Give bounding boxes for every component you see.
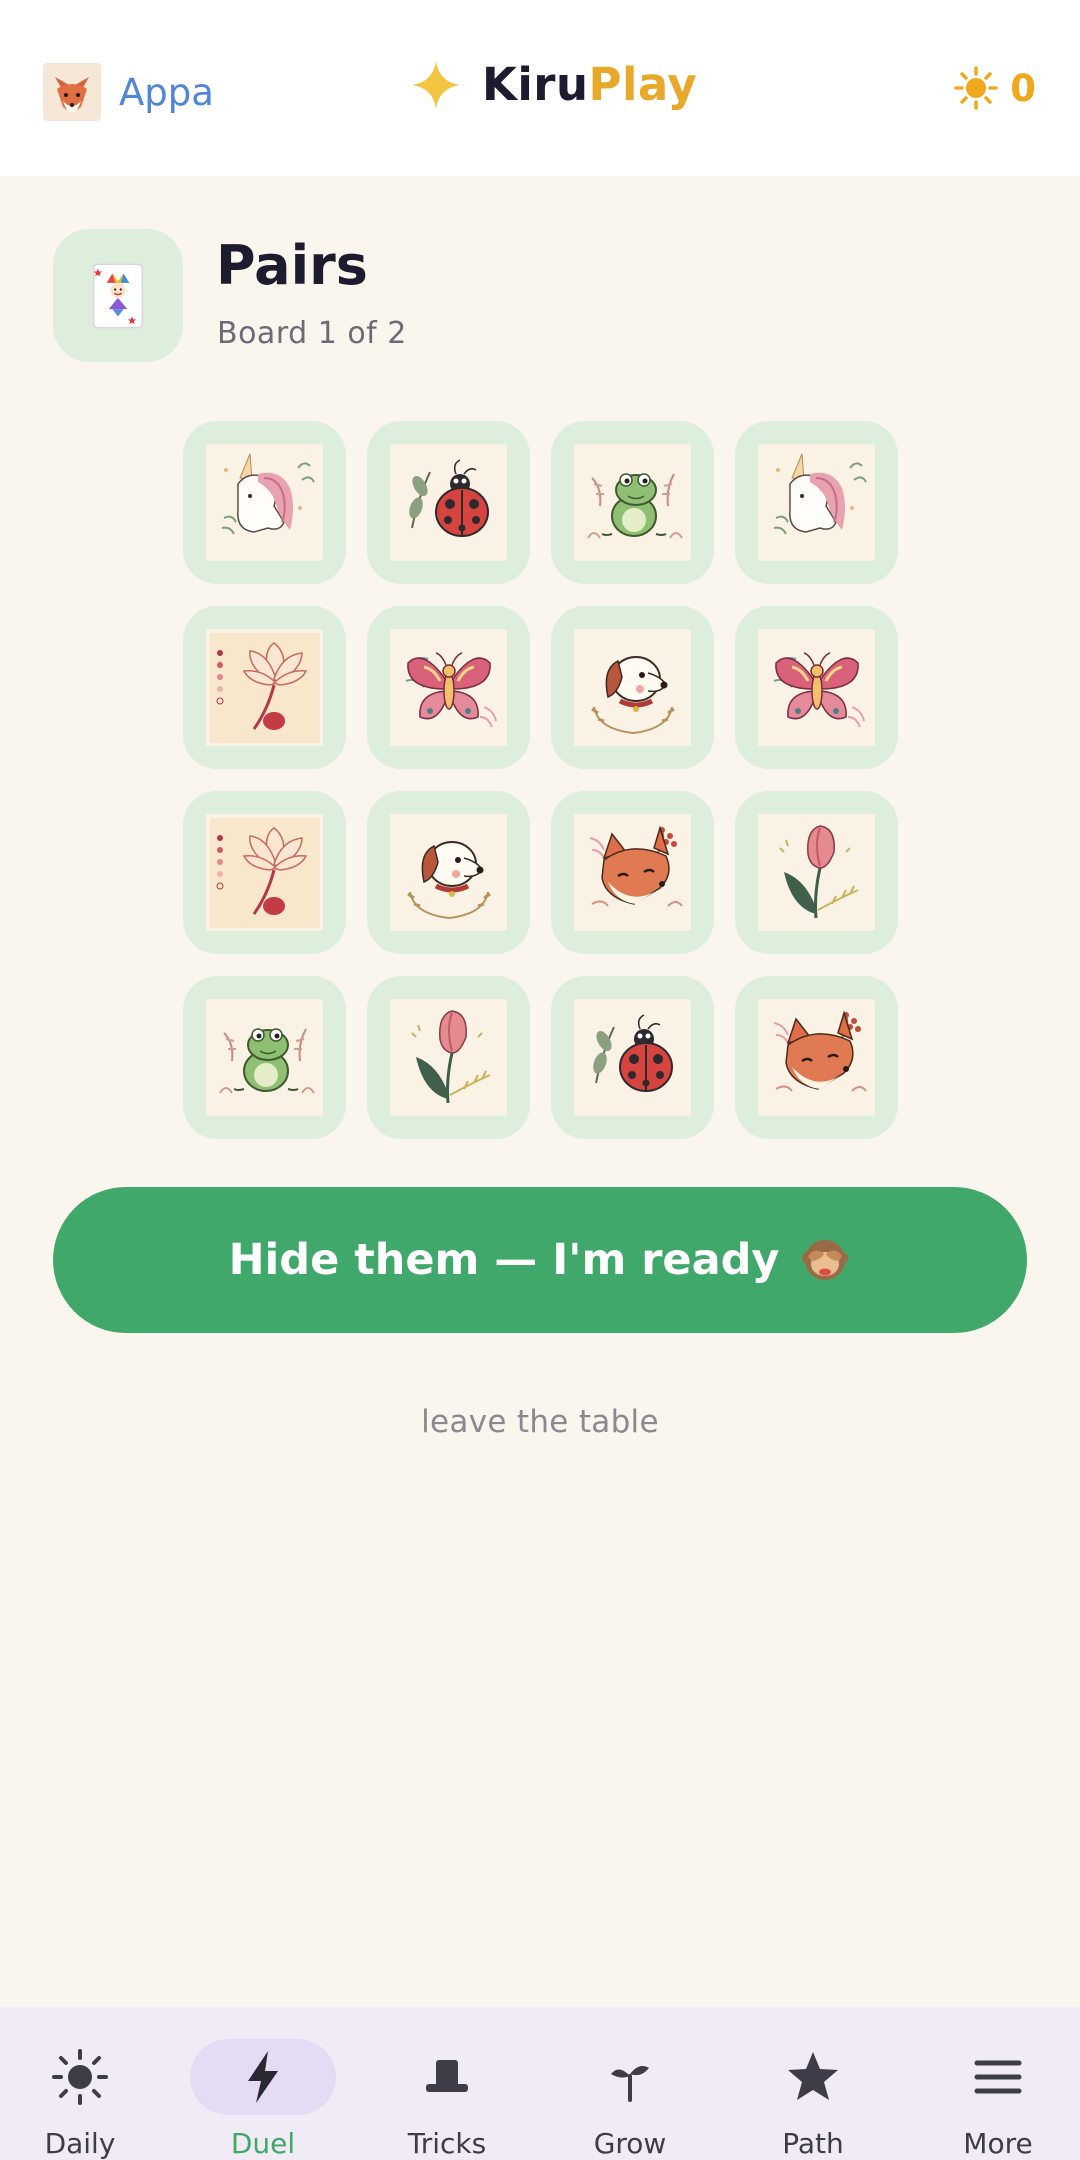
board-progress: Board 1 of 2 xyxy=(217,316,407,351)
sun-icon xyxy=(52,2049,108,2105)
frog-illustration xyxy=(206,999,323,1116)
memory-card[interactable] xyxy=(183,976,346,1139)
butterfly-illustration xyxy=(390,629,507,746)
ladybug-illustration xyxy=(574,999,691,1116)
memory-card[interactable] xyxy=(735,421,898,584)
star-icon xyxy=(788,2052,838,2100)
game-title: Pairs xyxy=(216,234,368,297)
puppy-illustration xyxy=(574,629,691,746)
sun-icon xyxy=(954,66,998,110)
leave-table-link[interactable]: leave the table xyxy=(0,1404,1080,1440)
unicorn-illustration xyxy=(758,444,875,561)
ladybug-illustration xyxy=(390,444,507,561)
ready-button[interactable]: Hide them — I'm ready xyxy=(53,1187,1027,1333)
memory-card[interactable] xyxy=(735,976,898,1139)
fox-avatar-icon xyxy=(43,63,101,121)
joker-card-icon xyxy=(93,263,143,328)
brand-name-part2: Play xyxy=(588,58,698,111)
profile-switcher[interactable]: Appa xyxy=(43,63,214,121)
tulip-illustration xyxy=(390,999,507,1116)
ready-button-label: Hide them — I'm ready xyxy=(228,1235,780,1285)
nav-label-path: Path xyxy=(782,2127,844,2160)
memory-card[interactable] xyxy=(551,421,714,584)
memory-card[interactable] xyxy=(183,791,346,954)
brand-name-part1: Kiru xyxy=(482,58,589,111)
lightning-icon xyxy=(248,2051,278,2103)
top-hat-icon xyxy=(426,2060,468,2092)
sprout-icon xyxy=(611,2066,649,2102)
memory-card[interactable] xyxy=(367,421,530,584)
memory-card[interactable] xyxy=(551,606,714,769)
game-badge xyxy=(53,229,183,362)
puppy-illustration xyxy=(390,814,507,931)
butterfly-illustration xyxy=(758,629,875,746)
brand-logo: KiruPlay xyxy=(410,58,697,111)
nav-item-more[interactable]: More xyxy=(923,2039,1073,2160)
fox-illustration xyxy=(574,814,691,931)
nav-item-path[interactable]: Path xyxy=(738,2039,888,2160)
nav-label-grow: Grow xyxy=(593,2127,667,2160)
memory-card[interactable] xyxy=(551,791,714,954)
bottom-nav: Daily Duel Tricks Grow Path More xyxy=(0,2007,1080,2160)
fox-illustration xyxy=(758,999,875,1116)
nav-label-tricks: Tricks xyxy=(407,2127,487,2160)
memory-card[interactable] xyxy=(183,421,346,584)
memory-card[interactable] xyxy=(367,976,530,1139)
suns-count: 0 xyxy=(1010,66,1036,110)
nav-label-duel: Duel xyxy=(230,2127,296,2160)
app-header: Appa KiruPlay 0 xyxy=(0,0,1080,176)
memory-card[interactable] xyxy=(735,606,898,769)
nav-label-more: More xyxy=(963,2127,1033,2160)
memory-card[interactable] xyxy=(367,606,530,769)
memory-card[interactable] xyxy=(367,791,530,954)
card-grid xyxy=(183,421,898,1139)
see-no-evil-monkey-icon xyxy=(802,1240,849,1280)
nav-item-grow[interactable]: Grow xyxy=(555,2039,705,2160)
nav-item-duel[interactable]: Duel xyxy=(188,2039,338,2160)
brand-name: KiruPlay xyxy=(482,58,697,111)
nav-label-daily: Daily xyxy=(44,2127,116,2160)
memory-card[interactable] xyxy=(551,976,714,1139)
lotus-illustration xyxy=(206,814,323,931)
memory-card[interactable] xyxy=(735,791,898,954)
lotus-illustration xyxy=(206,629,323,746)
suns-counter[interactable]: 0 xyxy=(954,66,1036,110)
sparkle-star-icon xyxy=(412,60,460,109)
frog-illustration xyxy=(574,444,691,561)
nav-item-daily[interactable]: Daily xyxy=(5,2039,155,2160)
nav-item-tricks[interactable]: Tricks xyxy=(372,2039,522,2160)
memory-card[interactable] xyxy=(183,606,346,769)
unicorn-illustration xyxy=(206,444,323,561)
profile-name: Appa xyxy=(119,70,214,114)
menu-icon xyxy=(974,2060,1022,2094)
tulip-illustration xyxy=(758,814,875,931)
